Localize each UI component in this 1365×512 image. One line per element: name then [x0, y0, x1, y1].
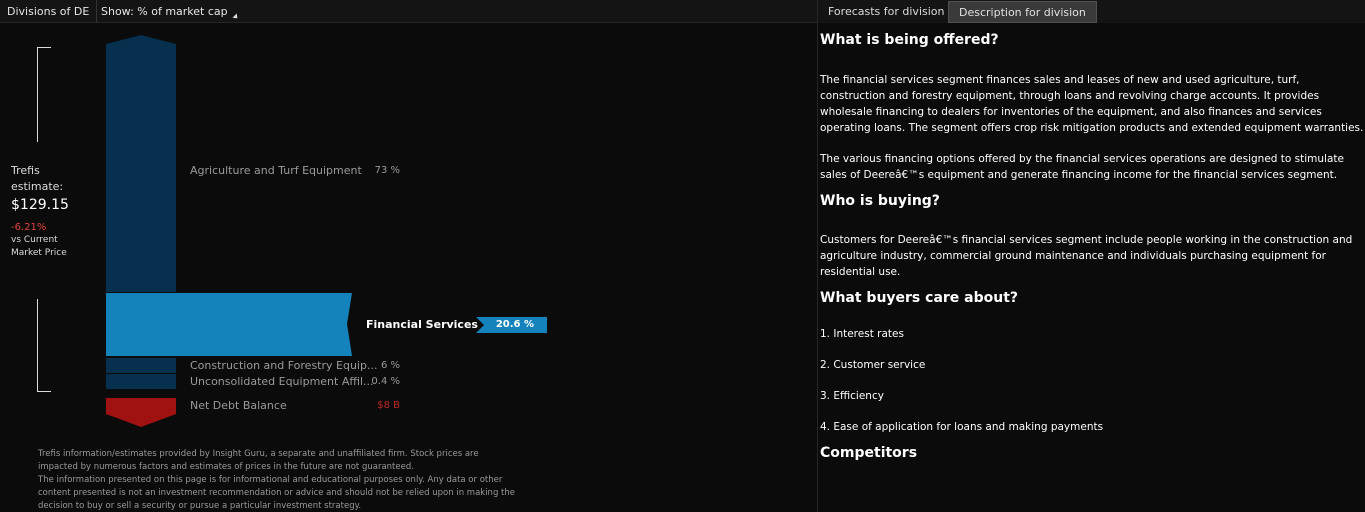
division-label-financial-services[interactable]: Financial Services [366, 318, 478, 331]
division-value-construction: 6 % [380, 360, 400, 371]
paragraph-offered-2: The various financing options offered by… [820, 153, 1344, 181]
care-item: 2. Customer service [820, 359, 926, 371]
heading-offered: What is being offered? [820, 32, 999, 48]
bar-financial-services[interactable] [106, 293, 352, 356]
care-item: 1. Interest rates [820, 328, 904, 340]
divisions-panel: Divisions of DE Show: % of market cap Tr… [0, 0, 817, 512]
division-label-unconsolidated[interactable]: Unconsolidated Equipment Affil... [190, 375, 374, 388]
bar-unconsolidated[interactable] [106, 374, 176, 389]
disclaimer-line-1: Trefis information/estimates provided by… [38, 449, 479, 472]
division-value-unconsolidated: 0.4 % [371, 376, 400, 387]
heading-care: What buyers care about? [820, 290, 1019, 306]
bar-net-debt[interactable] [106, 398, 176, 427]
heading-buying: Who is buying? [820, 193, 940, 209]
paragraph-offered-1: The financial services segment finances … [820, 74, 1364, 134]
bar-agriculture[interactable] [106, 35, 176, 292]
care-item: 3. Efficiency [820, 390, 884, 402]
tab-description[interactable]: Description for division [948, 1, 1097, 23]
division-detail-panel: Forecasts for division Description for d… [817, 0, 1365, 512]
division-description: What is being offered? The financial ser… [820, 32, 1364, 461]
disclaimer: Trefis information/estimates provided by… [38, 448, 518, 512]
bar-construction[interactable] [106, 358, 176, 373]
disclaimer-line-2: The information presented on this page i… [38, 475, 515, 511]
detail-tabs: Forecasts for division Description for d… [818, 0, 1365, 23]
division-value-financial-services: 20.6 % [495, 319, 534, 330]
care-item: 4. Ease of application for loans and mak… [820, 421, 1104, 433]
division-value-agriculture: 73 % [374, 165, 400, 176]
division-label-construction[interactable]: Construction and Forestry Equip... [190, 359, 377, 372]
division-label-agriculture[interactable]: Agriculture and Turf Equipment [190, 164, 362, 177]
tab-forecasts[interactable]: Forecasts for division [818, 1, 955, 23]
division-bars [106, 35, 547, 427]
division-label-net-debt[interactable]: Net Debt Balance [190, 399, 287, 412]
heading-competitors: Competitors [820, 445, 918, 461]
paragraph-buying: Customers for Deereâ€™s financial servic… [820, 234, 1353, 278]
division-value-net-debt: $8 B [377, 400, 400, 411]
